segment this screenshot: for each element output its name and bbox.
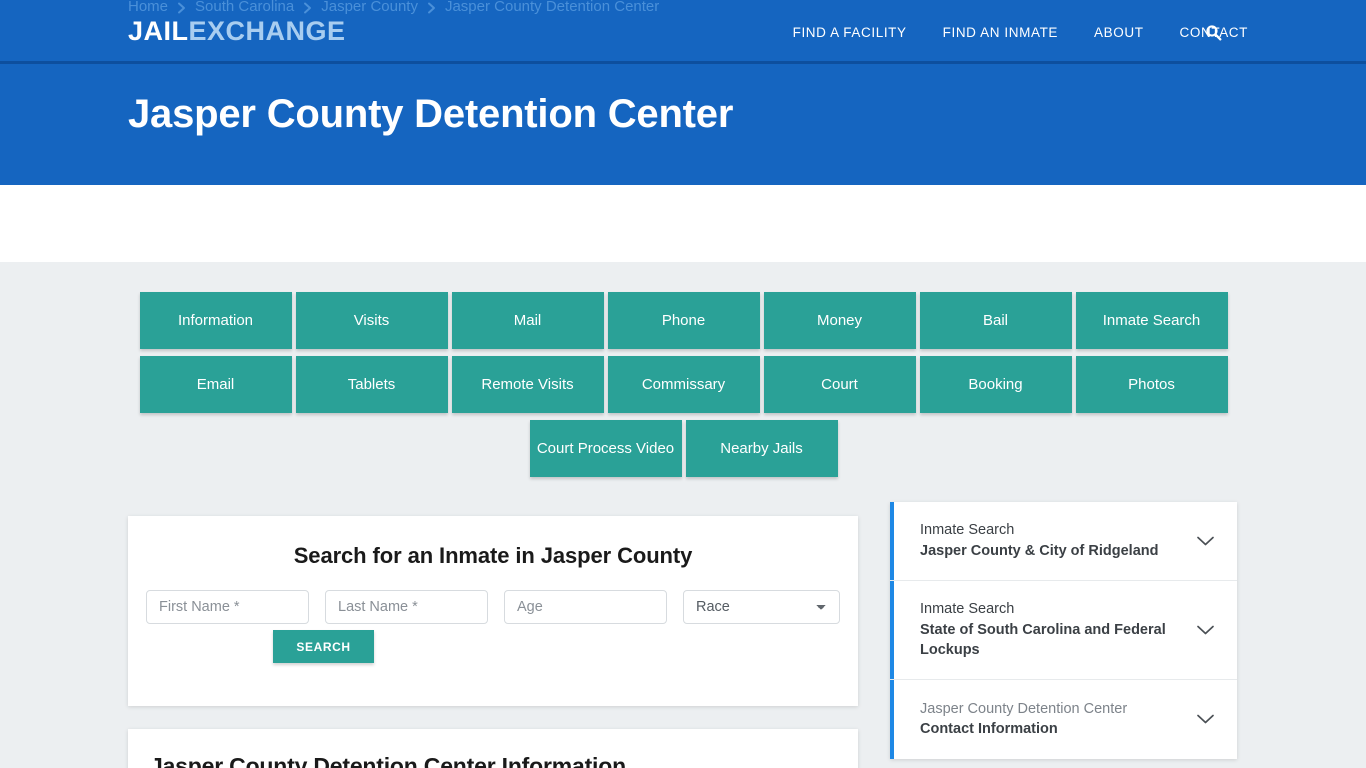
logo-text-secondary: EXCHANGE [188,16,346,46]
facility-information-card: Jasper County Detention Center Informati… [128,729,858,768]
section-button-court-process-video[interactable]: Court Process Video [529,420,682,477]
logo-text-primary: JAIL [128,16,189,46]
accordion-item-contact-information[interactable]: Jasper County Detention Center Contact I… [890,679,1237,759]
nav-item-find-an-inmate[interactable]: FIND AN INMATE [943,25,1058,40]
breadcrumb: Home South Carolina Jasper County Jasper… [128,0,659,15]
chevron-down-icon[interactable] [1196,620,1215,639]
section-button-mail[interactable]: Mail [451,292,604,349]
search-icon[interactable] [1202,21,1224,43]
accordion-line-1: Inmate Search [920,601,1015,617]
section-button-remote-visits[interactable]: Remote Visits [451,356,604,413]
chevron-right-icon [168,2,195,14]
section-button-photos[interactable]: Photos [1075,356,1228,413]
section-button-court[interactable]: Court [763,356,916,413]
chevron-right-icon [418,2,445,14]
chevron-down-icon[interactable] [1196,710,1215,729]
section-button-email[interactable]: Email [139,356,292,413]
accordion-line-2: State of South Carolina and Federal Lock… [920,621,1166,659]
section-button-information[interactable]: Information [139,292,292,349]
accordion-item-label: Inmate Search Jasper County & City of Ri… [920,520,1196,561]
breadcrumb-item-home[interactable]: Home [128,0,168,15]
section-button-commissary[interactable]: Commissary [607,356,760,413]
sidebar-accordion: Inmate Search Jasper County & City of Ri… [890,502,1237,759]
last-name-input[interactable] [325,590,488,624]
accordion-line-2: Contact Information [920,721,1058,738]
section-button-booking[interactable]: Booking [919,356,1072,413]
chevron-right-icon [294,2,321,14]
accordion-item-inmate-search-county[interactable]: Inmate Search Jasper County & City of Ri… [890,502,1237,581]
breadcrumb-item-current[interactable]: Jasper County Detention Center [445,0,659,15]
section-button-money[interactable]: Money [763,292,916,349]
age-input[interactable] [504,590,667,624]
search-submit-button[interactable]: SEARCH [273,630,374,663]
accordion-line-2: Jasper County & City of Ridgeland [920,543,1159,559]
breadcrumb-item-south-carolina[interactable]: South Carolina [195,0,294,15]
section-button-tablets[interactable]: Tablets [295,356,448,413]
main-content: Information Visits Mail Phone Money Bail… [0,262,1366,768]
first-name-input[interactable] [146,590,309,624]
chevron-down-icon[interactable] [1196,532,1215,551]
facility-section-buttons: Information Visits Mail Phone Money Bail… [139,292,1228,477]
accordion-item-label: Inmate Search State of South Carolina an… [920,599,1196,661]
section-button-visits[interactable]: Visits [295,292,448,349]
accordion-line-1: Jasper County Detention Center [920,700,1128,717]
accordion-item-label: Jasper County Detention Center Contact I… [920,699,1196,740]
inmate-search-card: Search for an Inmate in Jasper County Ra… [128,516,858,706]
section-button-inmate-search[interactable]: Inmate Search [1075,292,1228,349]
section-button-nearby-jails[interactable]: Nearby Jails [685,420,838,477]
section-button-phone[interactable]: Phone [607,292,760,349]
breadcrumb-band: Home South Carolina Jasper County Jasper… [0,0,1366,262]
race-select[interactable]: Race [683,590,840,624]
facility-information-heading: Jasper County Detention Center Informati… [150,753,626,768]
primary-navigation: FIND A FACILITY FIND AN INMATE ABOUT CON… [793,0,1248,64]
breadcrumb-item-jasper-county[interactable]: Jasper County [321,0,418,15]
inmate-search-heading: Search for an Inmate in Jasper County [293,543,693,568]
section-button-bail[interactable]: Bail [919,292,1072,349]
accordion-item-inmate-search-state[interactable]: Inmate Search State of South Carolina an… [890,581,1237,680]
nav-item-about[interactable]: ABOUT [1094,25,1144,40]
hero-banner: Jasper County Detention Center [0,64,1366,185]
nav-item-find-a-facility[interactable]: FIND A FACILITY [793,25,907,40]
page-title: Jasper County Detention Center [128,92,734,136]
accordion-line-1: Inmate Search [920,522,1015,539]
site-logo[interactable]: JAILEXCHANGE [128,18,346,45]
inmate-search-field-row: Race [128,569,858,624]
